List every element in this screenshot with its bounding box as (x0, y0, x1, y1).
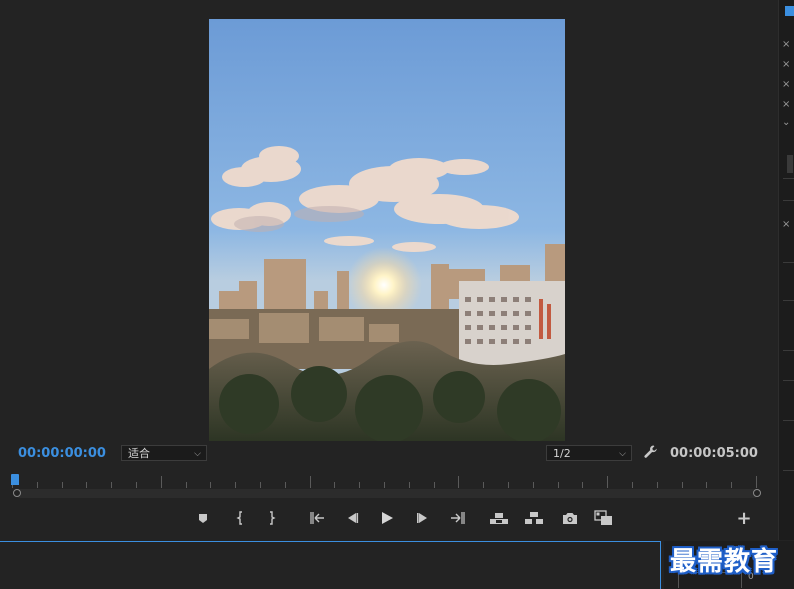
marker-icon (199, 514, 207, 523)
mark-out-button[interactable] (261, 508, 283, 528)
ruler-tick (384, 482, 385, 488)
zoom-scroll-bar[interactable] (16, 489, 758, 498)
program-monitor-video-frame[interactable] (209, 19, 565, 441)
playback-resolution-value: 1/2 (553, 447, 571, 460)
ruler-tick (235, 482, 236, 488)
step-forward-icon (417, 513, 427, 523)
extract-button[interactable] (523, 508, 545, 528)
mark-in-button[interactable] (229, 508, 251, 528)
ruler-tick (632, 482, 633, 488)
button-editor-add-button[interactable]: + (733, 508, 755, 529)
ruler-tick (136, 482, 137, 488)
close-icon[interactable]: × (782, 220, 792, 230)
scroll-handle-end[interactable] (753, 489, 761, 497)
compare-icon (594, 510, 612, 525)
ruler-tick (210, 482, 211, 488)
play-icon (382, 512, 393, 524)
ruler-tick (409, 482, 410, 488)
go-to-in-icon (310, 512, 324, 524)
step-forward-button[interactable] (412, 508, 434, 528)
ruler-tick (334, 482, 335, 488)
ruler-tick (483, 482, 484, 488)
ruler-tick (731, 482, 732, 488)
ruler-tick (434, 482, 435, 488)
ruler-tick (657, 482, 658, 488)
ruler-tick (607, 476, 608, 488)
chevron-down-icon[interactable]: ⌄ (782, 118, 792, 128)
mark-out-icon (270, 511, 276, 525)
duration-timecode: 00:00:05:00 (670, 446, 758, 461)
close-icon[interactable]: × (782, 100, 792, 110)
scroll-handle-start[interactable] (13, 489, 21, 497)
ruler-tick (111, 482, 112, 488)
zoom-level-value: 适合 (128, 447, 150, 460)
chevron-down-icon: ⌵ (619, 449, 626, 459)
ruler-tick (62, 482, 63, 488)
comparison-view-button[interactable] (593, 508, 615, 528)
ruler-tick (458, 476, 459, 488)
playback-resolution-select[interactable]: 1/2 ⌵ (546, 445, 632, 461)
close-icon[interactable]: × (782, 40, 792, 50)
close-icon[interactable]: × (782, 60, 792, 70)
ruler-tick (359, 482, 360, 488)
lift-button[interactable] (488, 508, 510, 528)
playhead-icon[interactable] (11, 474, 19, 485)
ruler-tick (706, 482, 707, 488)
close-icon[interactable]: × (782, 80, 792, 90)
step-back-icon (348, 513, 359, 523)
ruler-tick (508, 482, 509, 488)
ruler-tick (161, 476, 162, 488)
export-frame-button[interactable] (559, 508, 581, 528)
extract-icon (525, 512, 543, 524)
city-sunset-image (209, 19, 565, 441)
zoom-level-select[interactable]: 适合 ⌵ (121, 445, 207, 461)
lift-icon (490, 513, 508, 524)
ruler-tick (756, 476, 757, 488)
ruler-tick (310, 476, 311, 488)
right-panel-strip: × × × × ⌄ × (778, 0, 794, 540)
watermark-logo: 最需教育 (670, 547, 779, 577)
ruler-tick (260, 482, 261, 488)
mark-in-icon (236, 511, 242, 525)
timeline-panel[interactable] (0, 541, 661, 589)
ruler-tick (86, 482, 87, 488)
current-timecode[interactable]: 00:00:00:00 (18, 446, 106, 461)
go-to-out-button[interactable] (446, 508, 468, 528)
step-back-button[interactable] (341, 508, 363, 528)
ruler-tick (682, 482, 683, 488)
ruler-tick (37, 482, 38, 488)
ruler-tick (533, 482, 534, 488)
time-ruler[interactable] (12, 474, 760, 488)
camera-icon (563, 512, 577, 524)
chevron-down-icon: ⌵ (194, 449, 201, 459)
go-to-in-button[interactable] (307, 508, 329, 528)
ruler-tick (582, 482, 583, 488)
ruler-tick (285, 482, 286, 488)
add-marker-button[interactable] (192, 508, 214, 528)
ruler-tick (558, 482, 559, 488)
go-to-out-icon (451, 512, 465, 524)
play-button[interactable] (376, 508, 398, 528)
wrench-icon[interactable] (643, 444, 659, 460)
ruler-tick (186, 482, 187, 488)
